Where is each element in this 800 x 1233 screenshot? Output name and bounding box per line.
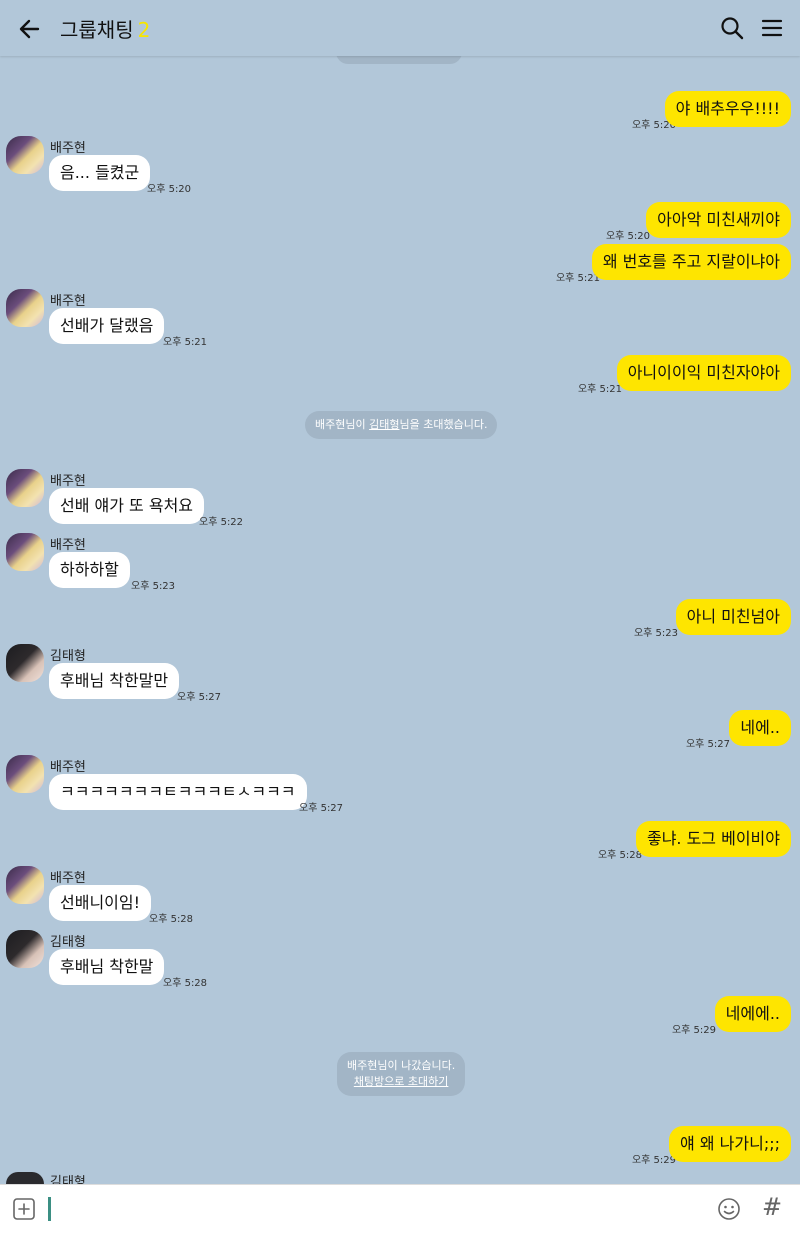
their-message-bubble[interactable]: 선배가 달랬음 bbox=[49, 308, 165, 344]
their-message-bubble[interactable]: 하하하할 bbox=[49, 552, 130, 588]
their-message-bubble[interactable]: 선배 얘가 또 욕처요 bbox=[49, 488, 205, 524]
system-left-notice: 배주현님이 나갔습니다. 채팅방으로 초대하기 bbox=[337, 1052, 466, 1096]
reinvite-link[interactable]: 채팅방으로 초대하기 bbox=[354, 1075, 449, 1088]
their-message-bubble[interactable]: 선배니이임! bbox=[49, 885, 152, 921]
my-message-bubble[interactable]: 아아악 미친새끼야 bbox=[646, 202, 791, 238]
sender-name: 배주현 bbox=[50, 474, 86, 489]
sender-name: 배주현 bbox=[50, 538, 86, 553]
my-message-bubble[interactable]: 네에에.. bbox=[714, 996, 791, 1032]
back-arrow-icon[interactable] bbox=[14, 14, 44, 44]
chat-room-name: 그룹채팅 bbox=[60, 18, 134, 42]
message-time: 오후 5:21 bbox=[577, 384, 622, 395]
avatar[interactable] bbox=[6, 136, 44, 174]
my-message-bubble[interactable]: 아니이이익 미친자야아 bbox=[616, 355, 791, 391]
avatar[interactable] bbox=[6, 755, 44, 793]
search-icon[interactable] bbox=[718, 14, 746, 42]
message-input[interactable] bbox=[48, 1197, 51, 1221]
sender-name: 배주현 bbox=[50, 294, 86, 309]
avatar[interactable] bbox=[6, 930, 44, 968]
avatar[interactable] bbox=[6, 644, 44, 682]
my-message-bubble[interactable]: 야 배추우우!!!! bbox=[664, 91, 791, 127]
avatar[interactable] bbox=[6, 533, 44, 571]
system-invite-notice: 배주현님이 김태형님을 초대했습니다. bbox=[305, 411, 498, 439]
my-message-bubble[interactable]: 좋냐. 도그 베이비야 bbox=[635, 821, 791, 857]
message-time: 오후 5:22 bbox=[199, 517, 244, 528]
emoji-icon[interactable] bbox=[717, 1197, 741, 1221]
their-message-bubble[interactable]: 후배님 착한말만 bbox=[49, 663, 180, 699]
hamburger-menu-icon[interactable] bbox=[758, 14, 786, 42]
my-message-bubble[interactable]: 왜 번호를 주고 지랄이냐아 bbox=[591, 244, 791, 280]
left-notice-text: 배주현님이 나갔습니다. bbox=[347, 1059, 456, 1072]
message-time: 오후 5:20 bbox=[605, 231, 650, 242]
message-time: 오후 5:21 bbox=[163, 337, 208, 348]
member-count: 2 bbox=[137, 18, 151, 42]
chat-header: 그룹채팅 2 bbox=[0, 0, 800, 56]
my-message-bubble[interactable]: 아니 미친넘아 bbox=[675, 599, 791, 635]
avatar[interactable] bbox=[6, 289, 44, 327]
their-message-bubble[interactable]: 후배님 착한말 bbox=[49, 949, 165, 985]
sender-name: 배주현 bbox=[50, 871, 86, 886]
sender-name: 김태형 bbox=[50, 935, 86, 950]
avatar[interactable] bbox=[6, 1172, 44, 1184]
avatar[interactable] bbox=[6, 866, 44, 904]
their-message-bubble[interactable]: ㅋㅋㅋㅋㅋㅋㅋㅌㅋㅋㅋㅌㅅㅋㅋㅋ bbox=[49, 774, 307, 810]
my-message-bubble[interactable]: 네에.. bbox=[729, 710, 791, 746]
message-time: 오후 5:28 bbox=[163, 978, 208, 989]
message-time: 오후 5:27 bbox=[299, 803, 344, 814]
their-message-bubble[interactable]: 음... 들켰군 bbox=[49, 155, 151, 191]
message-time: 오후 5:20 bbox=[147, 184, 192, 195]
sender-name: 배주현 bbox=[50, 141, 86, 156]
sender-name: 김태형 bbox=[50, 649, 86, 664]
invite-suffix: 님을 초대했습니다. bbox=[399, 418, 488, 431]
message-time: 오후 5:23 bbox=[131, 581, 176, 592]
message-input-bar: # bbox=[0, 1184, 800, 1233]
message-time: 오후 5:27 bbox=[177, 692, 222, 703]
plus-box-icon[interactable] bbox=[12, 1197, 36, 1221]
sender-name: 배주현 bbox=[50, 760, 86, 775]
invite-prefix: 배주현님이 bbox=[315, 418, 370, 431]
hashtag-icon[interactable]: # bbox=[762, 1193, 782, 1221]
invited-user-link[interactable]: 김태형 bbox=[369, 418, 399, 431]
chat-title: 그룹채팅 2 bbox=[60, 14, 150, 43]
avatar[interactable] bbox=[6, 469, 44, 507]
message-time: 오후 5:28 bbox=[149, 914, 194, 925]
my-message-bubble[interactable]: 얘 왜 나가니;;; bbox=[669, 1126, 791, 1162]
message-time: 오후 5:27 bbox=[685, 739, 730, 750]
message-time: 오후 5:28 bbox=[597, 850, 642, 861]
message-time: 오후 5:23 bbox=[633, 628, 678, 639]
message-time: 오후 5:29 bbox=[671, 1025, 716, 1036]
